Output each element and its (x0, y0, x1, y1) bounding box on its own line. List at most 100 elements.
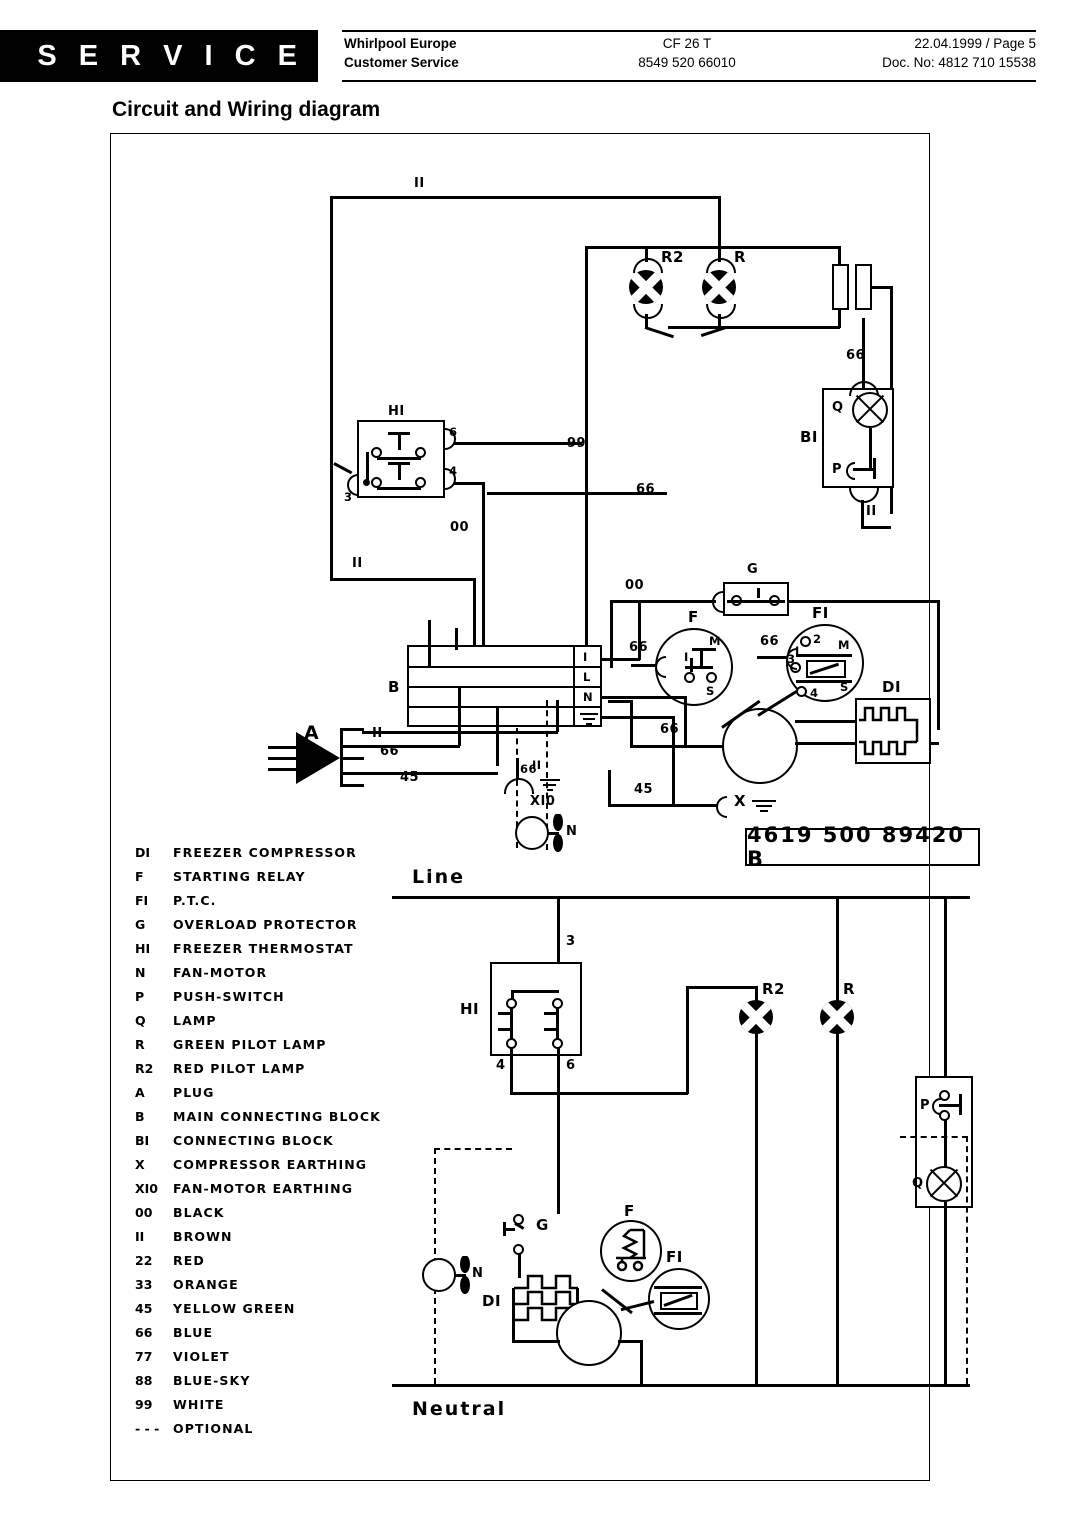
wire-45-up (608, 770, 611, 806)
hi-lower-arm-a-top (498, 1012, 512, 1015)
wire-b-n-out (600, 696, 686, 699)
thermostat-hi-lower (490, 962, 582, 1056)
label-n-fan-lower: N (472, 1266, 484, 1281)
hi-lower-lead-4 (510, 1048, 513, 1094)
legend-desc: ORANGE (173, 1277, 239, 1292)
label-r2-lower: R2 (762, 980, 785, 998)
wire-into-b-2 (455, 628, 458, 650)
wire-label-45-plug: 45 (400, 770, 420, 785)
wire-plug-11 (362, 731, 558, 734)
label-p-lower: P (920, 1098, 931, 1113)
legend-item: A PLUG (135, 1085, 385, 1109)
neutral-rail (392, 1384, 970, 1387)
p-switch-arm (853, 468, 875, 471)
legend-desc: WHITE (173, 1397, 225, 1412)
legend-code: 22 (135, 1253, 153, 1268)
wire-label-00-mid: 00 (450, 520, 470, 535)
legend-code: F (135, 869, 144, 884)
hi-lower-arm-b-top (544, 1012, 558, 1015)
g-contact-bar (727, 600, 785, 603)
optional-boundary-top (434, 1148, 512, 1150)
plug-lead (340, 757, 364, 760)
legend-item: 00 BLACK (135, 1205, 385, 1229)
g-actuator (757, 588, 760, 598)
legend-code: B (135, 1109, 145, 1124)
legend-code: BI (135, 1133, 150, 1148)
wire-hi4-down (482, 482, 485, 668)
legend-desc: FREEZER COMPRESSOR (173, 845, 357, 860)
hi-terminal-3: 3 (344, 490, 353, 504)
legend-code: II (135, 1229, 145, 1244)
ptc-term-2 (800, 636, 811, 647)
label-fi: FI (812, 604, 829, 622)
label-q: Q (832, 400, 844, 415)
green-pilot-lamp-r-lower (820, 1000, 854, 1034)
wire-di-to-motor-lower (512, 1340, 560, 1343)
legend-desc: RED PILOT LAMP (173, 1061, 306, 1076)
ptc-terminal-4: 4 (810, 686, 819, 700)
legend-item: Q LAMP (135, 1013, 385, 1037)
legend-code: X (135, 1157, 145, 1172)
document-header: S E R V I C E Whirlpool Europe CF 26 T 2… (0, 30, 1080, 82)
ballast-resistor-1 (832, 264, 849, 310)
legend-code: Q (135, 1013, 146, 1028)
legend-code: HI (135, 941, 151, 956)
legend-item: B MAIN CONNECTING BLOCK (135, 1109, 385, 1133)
wire-label-11-top: II (414, 176, 425, 191)
ptc-terminal-m: M (838, 638, 850, 652)
document-number: Doc. No: 4812 710 15538 (882, 55, 1036, 70)
q-lower-lead-bottom (944, 1202, 947, 1384)
p-lower-contact (959, 1094, 962, 1115)
wire-ballast-right (870, 286, 892, 289)
wire-label-66-plug: 66 (380, 744, 400, 759)
legend-code: 66 (135, 1325, 153, 1340)
g-lower-actuator-2 (503, 1222, 506, 1236)
wire-45-earth (608, 804, 718, 807)
wire-label-11-left: II (352, 556, 363, 571)
label-fi-lower: FI (666, 1248, 683, 1266)
b-terminal-col-sep (573, 647, 575, 725)
legend-item: - - - OPTIONAL (135, 1421, 385, 1445)
legend-code: 88 (135, 1373, 153, 1388)
r-lower-lead-top (836, 896, 839, 1002)
legend-desc: BLUE-SKY (173, 1373, 251, 1388)
legend-item: R2 RED PILOT LAMP (135, 1061, 385, 1085)
earth-symbol-x10 (540, 779, 560, 791)
wire-label-45-earth: 45 (634, 782, 654, 797)
wire-left-to-block (330, 578, 475, 581)
bi-bottom-wire (861, 526, 891, 529)
part-number-box: 4619 500 89420 B (745, 823, 980, 871)
legend-desc: GREEN PILOT LAMP (173, 1037, 327, 1052)
legend-item: FI P.T.C. (135, 893, 385, 917)
hi-lower-arm-a-bot (498, 1028, 512, 1031)
legend-desc: OVERLOAD PROTECTOR (173, 917, 358, 932)
department-name: Customer Service (344, 55, 459, 70)
r-lead-top (718, 246, 721, 262)
optional-boundary-right (966, 1136, 968, 1384)
wire-b-i-up (638, 600, 641, 660)
product-code: 8549 520 66010 (638, 55, 736, 70)
wire-lamp-top-bus (585, 246, 840, 249)
wire-line-to-pq (944, 896, 947, 1076)
p-switch-contact (873, 458, 876, 479)
ptc-lower-bus-top (654, 1286, 702, 1289)
ptc-lower-bus-bottom (654, 1312, 702, 1315)
optional-boundary-top-right (900, 1136, 968, 1138)
r2-lower-lead-bottom (755, 1032, 758, 1384)
label-bi: BI (800, 428, 819, 446)
hi-actuator-top-2 (388, 462, 410, 465)
bi-lead-bottom (861, 500, 864, 528)
model-number: CF 26 T (662, 36, 712, 51)
b-terminal-n: N (583, 690, 594, 704)
wire-66-to-ptc (757, 656, 787, 659)
wire-di-motor-link (512, 1320, 515, 1342)
legend-code: FI (135, 893, 149, 908)
lamp-q-lower (926, 1166, 962, 1202)
wire-label-11-fan: II (532, 758, 542, 772)
relay-terminal-m: M (709, 634, 721, 648)
plug-bottom-tick (340, 784, 364, 787)
label-di-lower: DI (482, 1292, 502, 1310)
b-terminal-l: L (583, 670, 591, 684)
legend-item: BI CONNECTING BLOCK (135, 1133, 385, 1157)
label-f-lower: F (624, 1202, 635, 1220)
